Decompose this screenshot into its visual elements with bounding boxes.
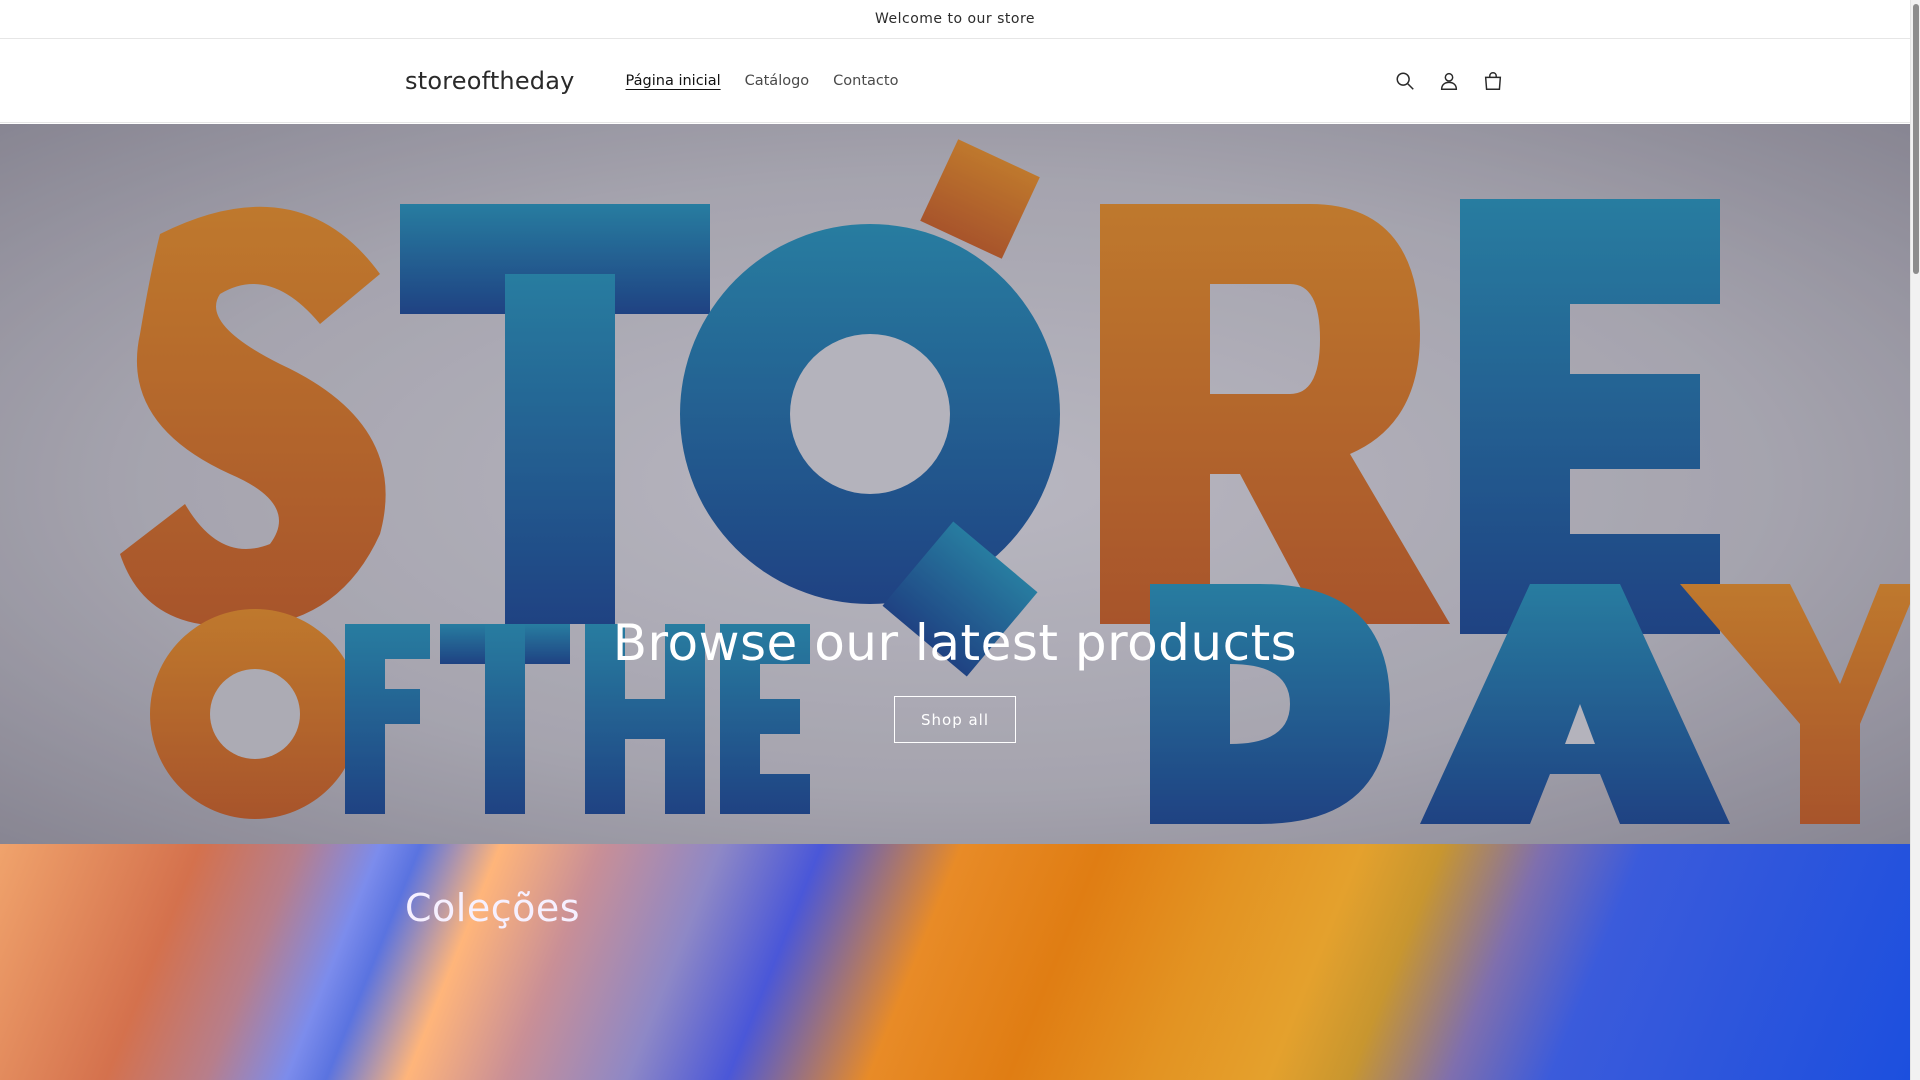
- search-icon[interactable]: [1393, 69, 1417, 93]
- hero-title: Browse our latest products: [612, 614, 1298, 672]
- store-logo[interactable]: storeoftheday: [405, 67, 575, 95]
- page-scrollbar[interactable]: [1910, 0, 1920, 1080]
- scrollbar-thumb[interactable]: [1913, 4, 1919, 274]
- announcement-text: Welcome to our store: [874, 11, 1036, 27]
- header-icons: [1393, 69, 1505, 93]
- site-header: storeoftheday Página inicial Catálogo Co…: [0, 39, 1910, 123]
- nav-catalog[interactable]: Catálogo: [733, 73, 822, 89]
- cart-icon[interactable]: [1481, 69, 1505, 93]
- page: Welcome to our store storeoftheday Págin…: [0, 0, 1910, 1080]
- hero-content: Browse our latest products Shop all: [0, 614, 1910, 743]
- main-nav: Página inicial Catálogo Contacto: [614, 73, 911, 89]
- account-icon[interactable]: [1437, 69, 1461, 93]
- collections-title: Coleções: [405, 886, 581, 930]
- nav-home[interactable]: Página inicial: [614, 73, 733, 89]
- collections-section: Coleções: [0, 844, 1910, 1080]
- nav-contact[interactable]: Contacto: [821, 73, 910, 89]
- announcement-bar: Welcome to our store: [0, 0, 1910, 39]
- hero-banner: Browse our latest products Shop all: [0, 124, 1910, 844]
- shop-all-button[interactable]: Shop all: [894, 696, 1016, 743]
